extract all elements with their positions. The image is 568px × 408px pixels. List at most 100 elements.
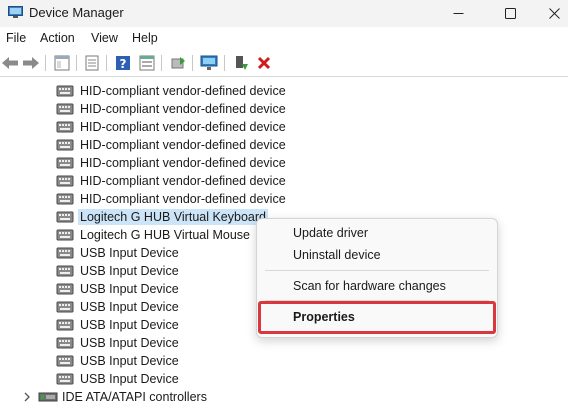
tree-item-device[interactable]: HID-compliant vendor-defined device bbox=[56, 82, 288, 100]
tree-item-label: USB Input Device bbox=[80, 282, 179, 296]
tree-item-label: HID-compliant vendor-defined device bbox=[80, 192, 286, 206]
minimize-button[interactable] bbox=[436, 0, 480, 27]
tree-item-device[interactable]: USB Input Device bbox=[56, 298, 181, 316]
tree-item-label: USB Input Device bbox=[80, 336, 179, 350]
menu-properties[interactable]: Properties bbox=[293, 310, 355, 324]
hid-device-icon bbox=[56, 373, 74, 385]
hid-device-icon bbox=[56, 85, 74, 97]
toolbar: ? bbox=[0, 50, 568, 77]
maximize-button[interactable] bbox=[488, 0, 532, 27]
menu-file[interactable]: File bbox=[6, 31, 26, 45]
properties-toolbar-button[interactable] bbox=[83, 54, 101, 72]
tree-item-label: USB Input Device bbox=[80, 372, 179, 386]
back-button[interactable] bbox=[1, 54, 19, 72]
tree-item-device[interactable]: HID-compliant vendor-defined device bbox=[56, 172, 288, 190]
tree-item-label: USB Input Device bbox=[80, 246, 179, 260]
hid-device-icon bbox=[56, 229, 74, 241]
toolbar-separator bbox=[45, 55, 46, 71]
add-device-toolbar-button[interactable] bbox=[232, 54, 250, 72]
menu-action[interactable]: Action bbox=[40, 31, 75, 45]
tree-item-device[interactable]: USB Input Device bbox=[56, 244, 181, 262]
hid-device-icon bbox=[56, 355, 74, 367]
tree-item-label: USB Input Device bbox=[80, 354, 179, 368]
hid-device-icon bbox=[56, 121, 74, 133]
hid-device-icon bbox=[56, 301, 74, 313]
tree-item-label: USB Input Device bbox=[80, 300, 179, 314]
tree-item-label: HID-compliant vendor-defined device bbox=[80, 102, 286, 116]
toolbar-separator bbox=[192, 55, 193, 71]
update-driver-icon bbox=[171, 57, 185, 69]
hid-device-icon bbox=[56, 247, 74, 259]
tree-item-label: Logitech G HUB Virtual Mouse bbox=[80, 228, 250, 242]
menu-help[interactable]: Help bbox=[132, 31, 158, 45]
menu-update-driver[interactable]: Update driver bbox=[293, 226, 368, 240]
tree-item-device[interactable]: USB Input Device bbox=[56, 316, 181, 334]
tree-category-ide[interactable]: IDE ATA/ATAPI controllers bbox=[22, 388, 207, 406]
view-toolbar-button[interactable] bbox=[138, 54, 156, 72]
minimize-icon bbox=[453, 13, 463, 14]
hid-device-icon bbox=[56, 103, 74, 115]
ide-controller-icon bbox=[38, 392, 58, 402]
tree-item-device[interactable]: USB Input Device bbox=[56, 352, 181, 370]
menu-scan-hardware[interactable]: Scan for hardware changes bbox=[293, 279, 446, 293]
tree-item-device[interactable]: HID-compliant vendor-defined device bbox=[56, 190, 288, 208]
tree-item-label: HID-compliant vendor-defined device bbox=[80, 138, 286, 152]
properties-icon bbox=[85, 55, 99, 71]
help-icon: ? bbox=[116, 56, 130, 71]
hid-device-icon bbox=[56, 139, 74, 151]
update-driver-toolbar-button[interactable] bbox=[169, 54, 187, 72]
expand-chevron-icon bbox=[24, 392, 30, 402]
hid-device-icon bbox=[56, 193, 74, 205]
toolbar-separator bbox=[224, 55, 225, 71]
tree-item-label: Logitech G HUB Virtual Keyboard bbox=[78, 209, 268, 225]
hid-device-icon bbox=[56, 157, 74, 169]
title-bar: Device Manager bbox=[0, 0, 568, 27]
view-icon bbox=[139, 55, 155, 71]
forward-button[interactable] bbox=[22, 54, 40, 72]
show-hide-tree-icon bbox=[54, 55, 70, 71]
toolbar-separator bbox=[76, 55, 77, 71]
tree-item-label: HID-compliant vendor-defined device bbox=[80, 84, 286, 98]
tree-item-label: USB Input Device bbox=[80, 318, 179, 332]
menu-uninstall-device[interactable]: Uninstall device bbox=[293, 248, 381, 262]
tree-category-label: IDE ATA/ATAPI controllers bbox=[62, 390, 207, 404]
help-toolbar-button[interactable]: ? bbox=[114, 54, 132, 72]
tree-item-device[interactable]: HID-compliant vendor-defined device bbox=[56, 100, 288, 118]
maximize-icon bbox=[504, 8, 516, 19]
tree-item-device[interactable]: USB Input Device bbox=[56, 334, 181, 352]
tree-item-label: HID-compliant vendor-defined device bbox=[80, 174, 286, 188]
tree-item-label: USB Input Device bbox=[80, 264, 179, 278]
scan-toolbar-button[interactable] bbox=[200, 54, 218, 72]
tree-item-label: HID-compliant vendor-defined device bbox=[80, 156, 286, 170]
tree-item-device[interactable]: Logitech G HUB Virtual Keyboard bbox=[56, 208, 268, 226]
tree-item-device[interactable]: USB Input Device bbox=[56, 280, 181, 298]
device-manager-icon bbox=[8, 6, 23, 18]
hid-device-icon bbox=[56, 175, 74, 187]
context-menu: Update driver Uninstall device Scan for … bbox=[256, 218, 498, 338]
tree-item-device[interactable]: USB Input Device bbox=[56, 262, 181, 280]
menu-view[interactable]: View bbox=[91, 31, 118, 45]
uninstall-toolbar-button[interactable] bbox=[255, 54, 273, 72]
close-button[interactable] bbox=[532, 0, 568, 27]
tree-item-device[interactable]: Logitech G HUB Virtual Mouse bbox=[56, 226, 252, 244]
hid-device-icon bbox=[56, 337, 74, 349]
tree-item-device[interactable]: HID-compliant vendor-defined device bbox=[56, 136, 288, 154]
tree-item-device[interactable]: HID-compliant vendor-defined device bbox=[56, 118, 288, 136]
back-arrow-icon bbox=[2, 57, 18, 69]
close-icon bbox=[548, 8, 560, 19]
svg-text:?: ? bbox=[120, 57, 127, 71]
forward-arrow-icon bbox=[23, 57, 39, 69]
show-hide-tree-button[interactable] bbox=[53, 54, 71, 72]
menu-separator bbox=[265, 270, 489, 271]
tree-item-device[interactable]: USB Input Device bbox=[56, 370, 181, 388]
tree-item-device[interactable]: HID-compliant vendor-defined device bbox=[56, 154, 288, 172]
tree-item-label: HID-compliant vendor-defined device bbox=[80, 120, 286, 134]
window-title: Device Manager bbox=[29, 5, 124, 20]
add-device-icon bbox=[236, 56, 248, 70]
hid-device-icon bbox=[56, 211, 74, 223]
hid-device-icon bbox=[56, 283, 74, 295]
menu-bar: File Action View Help bbox=[0, 27, 568, 50]
toolbar-separator bbox=[106, 55, 107, 71]
monitor-icon bbox=[200, 55, 218, 70]
toolbar-separator bbox=[161, 55, 162, 71]
